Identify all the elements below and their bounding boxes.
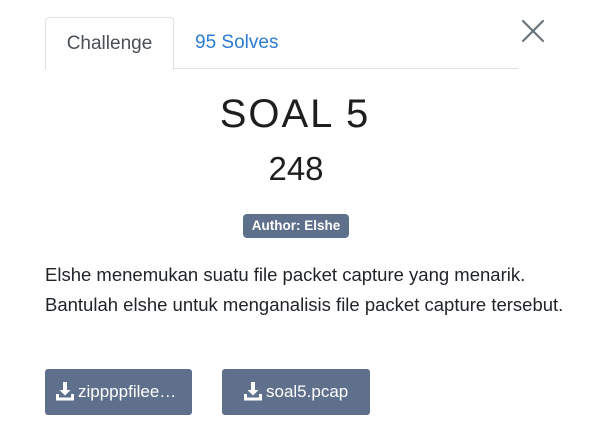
challenge-value: 248 (268, 150, 324, 187)
file-download-button[interactable]: zippppfilee… (45, 369, 192, 415)
challenge-modal: Challenge 95 Solves SOAL 5 248 Author: E… (0, 0, 596, 433)
close-button[interactable] (520, 18, 546, 44)
tab-challenge[interactable]: Challenge (45, 17, 174, 70)
challenge-description: Elshe menemukan suatu file packet captur… (45, 260, 575, 320)
tab-solves[interactable]: 95 Solves (195, 17, 278, 69)
file-label: zippppfilee… (78, 382, 177, 401)
download-icon (244, 381, 262, 401)
challenge-name: SOAL 5 (219, 92, 371, 136)
description-text: Elshe menemukan suatu file packet captur… (45, 264, 564, 315)
file-label: soal5.pcap (266, 382, 349, 401)
close-icon (521, 19, 545, 43)
author-badge: Author: Elshe (242, 214, 350, 238)
tab-bar: Challenge 95 Solves (45, 17, 518, 70)
file-download-button[interactable]: soal5.pcap (222, 369, 370, 415)
download-icon (56, 381, 74, 401)
badge-row: Author: Elshe (0, 214, 592, 238)
